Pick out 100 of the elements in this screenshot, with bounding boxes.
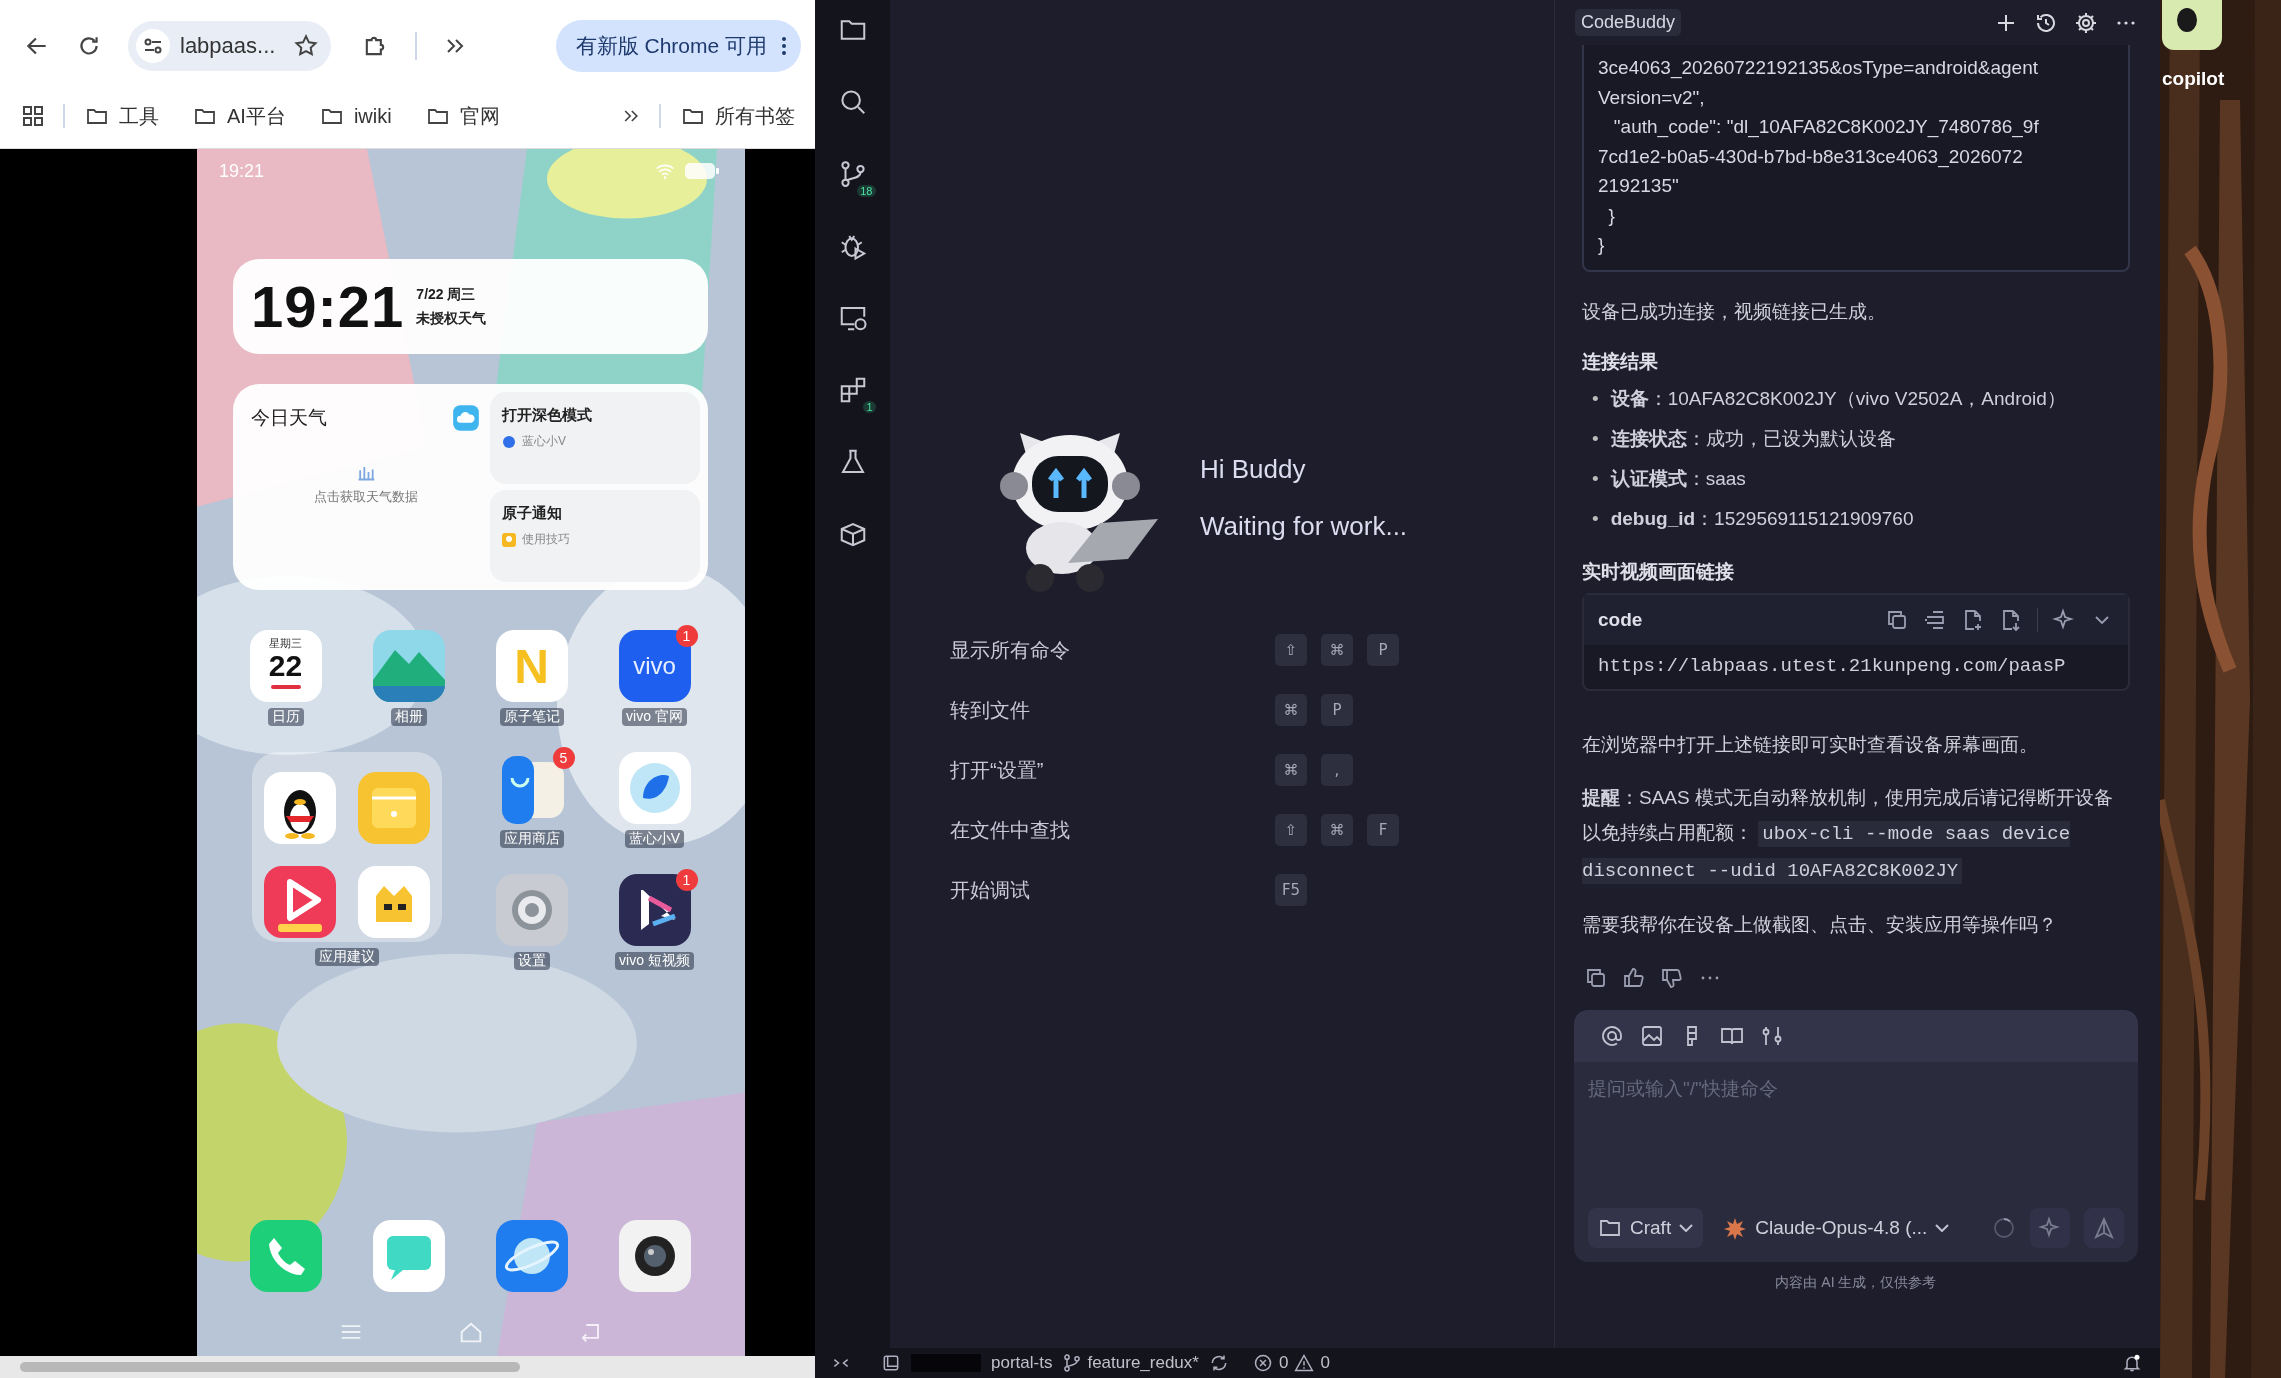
command-label[interactable]: 在文件中查找 xyxy=(950,816,1275,844)
bookmark-folder[interactable]: 工具 xyxy=(85,102,159,130)
result-item: 连接状态：成功，已设为默认设备 xyxy=(1610,426,1896,451)
branch-status[interactable]: feature_redux* xyxy=(1062,1353,1199,1373)
app-folder[interactable] xyxy=(252,752,442,942)
image-icon[interactable] xyxy=(1640,1023,1664,1048)
address-bar[interactable]: labpaas... xyxy=(128,21,332,71)
key-cap: ⇧ xyxy=(1275,634,1307,666)
model-dropdown[interactable]: Claude-Opus-4.8 (... xyxy=(1717,1207,1956,1248)
calendar-app-icon[interactable]: 星期三 22 xyxy=(249,630,322,702)
shortcut-title: 打开深色模式 xyxy=(502,406,593,425)
command-label[interactable]: 开始调试 xyxy=(950,876,1275,904)
send-icon xyxy=(2092,1215,2116,1240)
update-chrome-button[interactable]: 有新版 Chrome 可用 xyxy=(555,20,801,72)
result-item: debug_id：1529569115121909760 xyxy=(1610,506,1914,531)
code-line: 3ce4063_20260722192135&osType=android&agent xyxy=(1598,56,2040,81)
scrollbar-thumb[interactable] xyxy=(20,1362,520,1372)
mention-icon[interactable] xyxy=(1600,1023,1624,1048)
error-icon xyxy=(1252,1353,1273,1373)
disclaimer: 内容由 AI 生成，仅供参考 xyxy=(1774,1273,1938,1292)
assistant-app-icon[interactable] xyxy=(618,752,691,824)
enhance-button[interactable] xyxy=(2030,1207,2070,1248)
status-time: 19:21 xyxy=(219,160,265,182)
message-text: 设备已成功连接，视频链接已生成。 xyxy=(1582,299,1887,324)
apps-grid-icon[interactable] xyxy=(21,104,45,128)
battery-icon xyxy=(685,163,719,179)
gallery-app-icon[interactable] xyxy=(372,630,445,702)
calendar-weekday: 星期三 xyxy=(269,636,302,651)
bookmark-folder[interactable]: iwiki xyxy=(319,104,392,128)
key-cap: ⇧ xyxy=(1275,814,1307,846)
penguin-app-icon[interactable] xyxy=(264,772,336,844)
app-label: 应用建议 xyxy=(315,948,379,966)
command-label[interactable]: 打开“设置” xyxy=(950,756,1275,784)
command-label[interactable]: 转到文件 xyxy=(950,696,1275,724)
chevron-down-icon xyxy=(1935,1223,1950,1232)
key-cap: ⌘ xyxy=(1275,754,1307,786)
count-badge: 18 xyxy=(857,185,876,197)
warning-icon xyxy=(1294,1353,1315,1373)
project-name[interactable]: portal-ts xyxy=(991,1353,1053,1373)
address-text: labpaas... xyxy=(180,33,276,59)
code-line: } xyxy=(1607,203,1616,228)
spinner-icon xyxy=(1992,1215,2016,1240)
bookmark-folder[interactable]: 官网 xyxy=(425,102,500,130)
play-app-icon[interactable] xyxy=(618,874,691,946)
key-cap: P xyxy=(1321,694,1353,726)
list-bullet: • xyxy=(1592,426,1599,451)
status-message: Waiting for work... xyxy=(1200,511,1408,542)
send-button[interactable] xyxy=(2084,1207,2124,1248)
app-label[interactable]: copilot xyxy=(2162,68,2281,90)
settings-app-icon[interactable] xyxy=(495,874,568,946)
list-bullet: • xyxy=(1592,386,1599,411)
chat-input[interactable]: 提问或输入"/"快捷命令 xyxy=(1574,1061,2138,1208)
key-cap: P xyxy=(1367,634,1399,666)
layout-icon[interactable] xyxy=(881,1353,901,1373)
shortcut-subtitle: 蓝心小V xyxy=(522,433,566,450)
app-label: vivo 短视频 xyxy=(615,952,694,970)
camera-app-icon[interactable] xyxy=(618,1220,691,1292)
problems-status[interactable]: 0 0 xyxy=(1252,1353,1330,1373)
key-cap: ⌘ xyxy=(1321,814,1353,846)
message-text: 在浏览器中打开上述链接即可实时查看设备屏幕画面。 xyxy=(1582,732,2039,757)
site-settings-icon[interactable] xyxy=(136,29,170,63)
code-line: https://labpaas.utest.21kunpeng.com/paasP xyxy=(1597,653,2067,679)
app-label: 设置 xyxy=(513,952,550,970)
bell-icon[interactable] xyxy=(2122,1353,2142,1373)
weather-hint: 点击获取天气数据 xyxy=(313,488,418,506)
section-heading: 实时视频画面链接 xyxy=(1582,559,1735,584)
count-badge: 1 xyxy=(863,401,876,413)
message-text: 提醒：SAAS 模式无自动释放机制，使用完成后请记得断开设备以免持续占用配额： ubox-cli --mode saas device disconnect --udid 10AFA82C8K002JY xyxy=(1582,785,2114,886)
app-label: 日历 xyxy=(267,708,304,726)
branch-icon xyxy=(1062,1353,1083,1373)
chevron-down-icon xyxy=(1679,1223,1694,1232)
browser-app-icon[interactable] xyxy=(495,1220,568,1292)
app-label: 蓝心小V xyxy=(624,830,685,848)
command-label[interactable]: 显示所有命令 xyxy=(950,636,1275,664)
bookmark-folder[interactable]: AI平台 xyxy=(193,102,286,130)
weather-status: 未授权天气 xyxy=(416,309,487,328)
all-bookmarks-folder[interactable]: 所有书签 xyxy=(681,102,795,130)
app-label: vivo 官网 xyxy=(622,708,687,726)
shortcut-title: 原子通知 xyxy=(502,504,563,523)
section-heading: 连接结果 xyxy=(1582,349,1659,374)
star-icon[interactable] xyxy=(293,33,320,59)
shortcut-card[interactable]: 打开深色模式 蓝心小V xyxy=(490,392,700,484)
code-line: "auth_code": "dl_10AFA82C8K002JY_7480786_9f xyxy=(1612,115,2040,140)
settings-icon[interactable] xyxy=(2074,10,2098,35)
result-item: 设备：10AFA82C8K002JY（vivo V2502A，Android） xyxy=(1610,386,2066,411)
mode-dropdown[interactable]: Craft xyxy=(1588,1207,1704,1248)
panel-title[interactable]: CodeBuddy xyxy=(1575,9,1682,36)
assistant-icon xyxy=(502,434,516,449)
menu-dots-icon xyxy=(781,36,787,56)
key-cap: ⌘ xyxy=(1275,694,1307,726)
bulb-icon xyxy=(502,532,516,547)
app-icon[interactable] xyxy=(2162,0,2222,50)
result-item: 认证模式：saas xyxy=(1610,466,1746,491)
code-line: } xyxy=(1598,233,1606,257)
key-cap: , xyxy=(1321,754,1353,786)
thumbs-up-icon[interactable] xyxy=(1622,965,1646,990)
video-app-icon[interactable] xyxy=(264,866,336,938)
shortcut-card[interactable]: 原子通知 使用技巧 xyxy=(490,490,700,582)
code-language: code xyxy=(1598,608,1643,631)
weather-widget[interactable]: 今日天气 点击获取天气数据 xyxy=(241,392,490,582)
